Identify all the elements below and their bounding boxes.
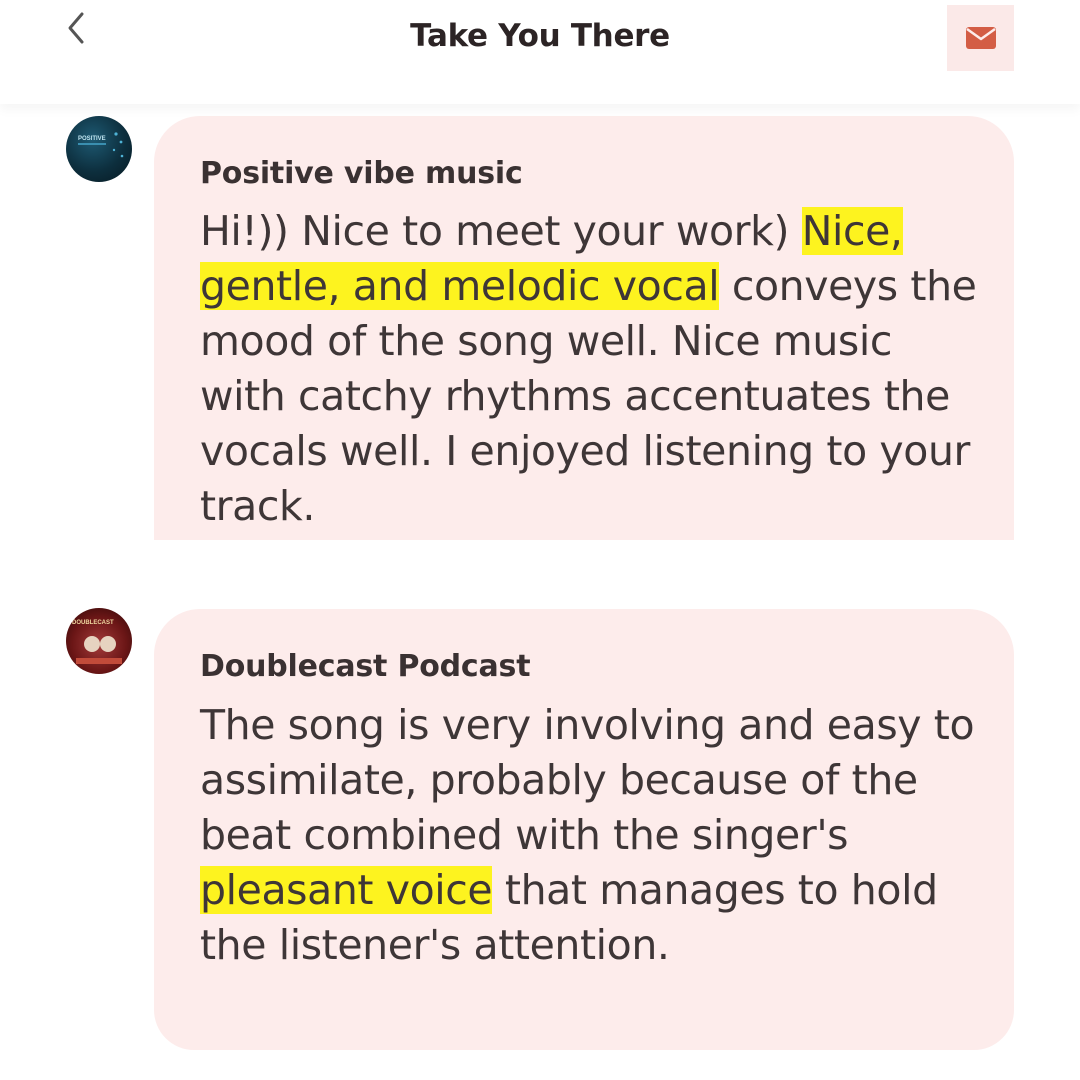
comment-author[interactable]: Doublecast Podcast xyxy=(200,649,531,684)
avatar-logo-text: POSITIVE xyxy=(78,136,106,142)
avatar[interactable]: POSITIVE xyxy=(66,116,132,182)
comment-card: Doublecast Podcast The song is very invo… xyxy=(154,609,1014,1050)
page-title: Take You There xyxy=(410,18,670,54)
mail-button[interactable] xyxy=(947,5,1014,71)
envelope-icon xyxy=(965,27,996,49)
comment-text: The song is very involving and easy to a… xyxy=(200,701,975,969)
comment-text: Hi!)) Nice to meet your work) Nice, gent… xyxy=(200,207,977,530)
avatar-logo-text: DOUBLECAST xyxy=(72,620,114,626)
comment-card: Positive vibe music Hi!)) Nice to meet y… xyxy=(154,116,1014,540)
app-header: Take You There xyxy=(0,0,1080,104)
comment-author[interactable]: Positive vibe music xyxy=(200,156,523,191)
highlighted-text: pleasant voice xyxy=(200,866,493,914)
avatar[interactable]: DOUBLECAST xyxy=(66,608,132,674)
